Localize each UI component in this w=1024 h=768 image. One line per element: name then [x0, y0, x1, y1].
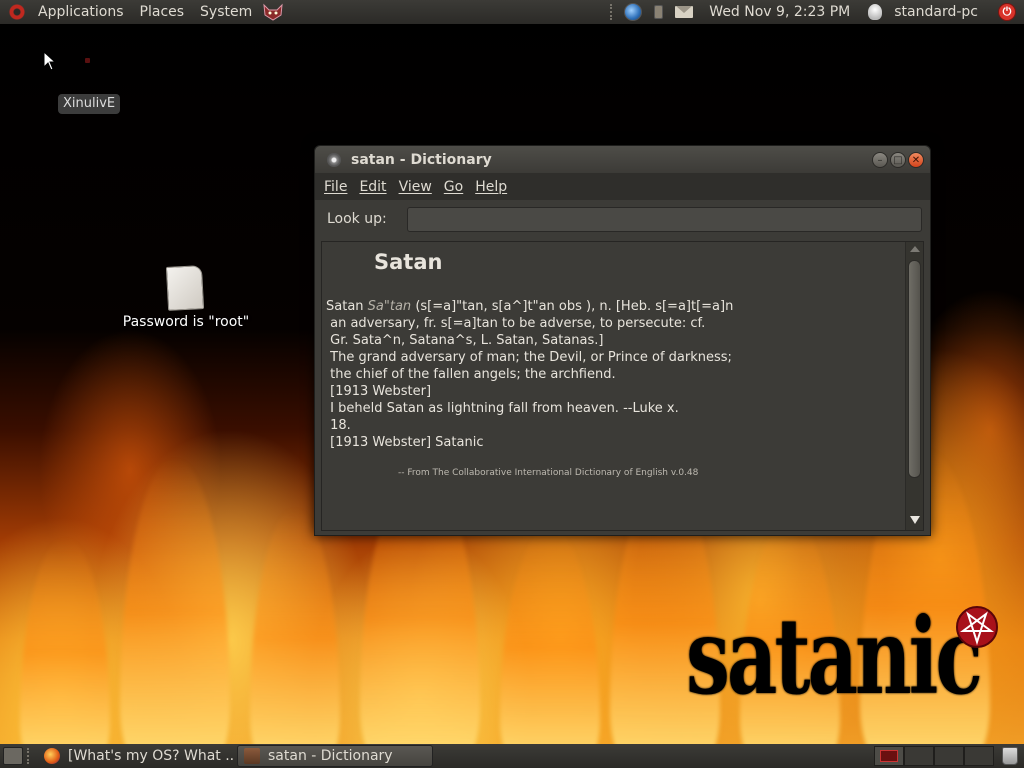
dictionary-app-icon [244, 748, 260, 764]
workspace-2[interactable] [904, 746, 934, 766]
scrollbar-thumb[interactable] [908, 260, 921, 478]
text-document-icon[interactable] [165, 265, 205, 311]
flame-decoration [250, 508, 340, 768]
flame-decoration [120, 458, 230, 768]
scroll-down-icon[interactable] [910, 516, 920, 524]
network-globe-icon[interactable] [624, 3, 643, 21]
definition-line: [1913 Webster] Satanic [326, 435, 484, 450]
tray-grip-handle [610, 4, 616, 20]
top-panel: Applications Places System Wed Nov 9, 2:… [0, 0, 1024, 24]
taskbar-item-label: [What's my OS? What ... [68, 748, 234, 764]
distro-logo-icon[interactable] [8, 3, 26, 21]
flame-decoration [500, 528, 600, 768]
scroll-up-icon[interactable] [910, 246, 920, 252]
definition-pane[interactable]: Satan Satan Sa"tan (s[=a]"tan, s[a^]t"an… [321, 241, 924, 531]
headword: Satan [374, 250, 443, 274]
satanic-logo-text: satanic [686, 596, 983, 719]
window-titlebar[interactable]: satan - Dictionary – □ ✕ [315, 146, 930, 173]
menu-help[interactable]: Help [469, 179, 513, 195]
definition-line: Satan Sa"tan (s[=a]"tan, s[a^]t"an obs )… [326, 298, 901, 315]
system-tray: Wed Nov 9, 2:23 PM standard-pc ⏻ [610, 0, 1024, 24]
lookup-label: Look up: [327, 211, 387, 227]
workspace-1[interactable] [874, 746, 904, 766]
lookup-row: Look up: [315, 200, 930, 238]
user-status-icon[interactable] [868, 4, 883, 20]
vertical-scrollbar[interactable] [905, 242, 923, 530]
xinulive-label[interactable]: XinulivE [58, 94, 121, 114]
workspace-3[interactable] [934, 746, 964, 766]
dictionary-window: satan - Dictionary – □ ✕ File Edit View … [314, 145, 931, 536]
applications-menu[interactable]: Applications [30, 0, 132, 24]
show-desktop-button[interactable] [3, 747, 23, 765]
mobile-device-icon[interactable] [654, 5, 664, 19]
taskbar-grip-handle [27, 748, 33, 764]
mouse-pointer-icon [43, 51, 57, 71]
flame-decoration [20, 538, 110, 768]
cat-launcher-icon[interactable] [262, 3, 284, 21]
minimize-button[interactable]: – [872, 151, 888, 168]
taskbar-item-label: satan - Dictionary [268, 748, 393, 764]
close-button[interactable]: ✕ [908, 151, 924, 168]
definition-line: an adversary, fr. s[=a]tan to be adverse… [326, 316, 706, 331]
maximize-button[interactable]: □ [890, 151, 906, 168]
menu-bar: File Edit View Go Help [315, 173, 930, 200]
workspace-switcher [874, 746, 994, 766]
workspace-window-preview [880, 750, 898, 762]
definition-line: the chief of the fallen angels; the arch… [326, 367, 616, 382]
power-icon[interactable]: ⏻ [998, 3, 1016, 21]
definition-text: Satan Satan Sa"tan (s[=a]"tan, s[a^]t"an… [322, 242, 905, 530]
menu-view[interactable]: View [393, 179, 438, 195]
menu-file[interactable]: File [318, 179, 353, 195]
places-menu[interactable]: Places [132, 0, 193, 24]
window-controls: – □ ✕ [872, 151, 924, 168]
xinulive-desktop-icon[interactable] [85, 58, 90, 63]
clock[interactable]: Wed Nov 9, 2:23 PM [709, 4, 850, 20]
menu-go[interactable]: Go [438, 179, 469, 195]
definition-line: Gr. Sata^n, Satana^s, L. Satan, Satanas.… [326, 333, 604, 348]
definition-line: 18. [326, 418, 351, 433]
entry-word: Satan [326, 299, 364, 314]
username-label[interactable]: standard-pc [894, 4, 978, 20]
trash-icon[interactable] [1002, 747, 1018, 765]
definition-line: [1913 Webster] [326, 384, 432, 399]
system-menu[interactable]: System [192, 0, 260, 24]
definition-line: The grand adversary of man; the Devil, o… [326, 350, 732, 365]
definition-line: I beheld Satan as lightning fall from he… [326, 401, 679, 416]
bottom-panel: [What's my OS? What ... satan - Dictiona… [0, 744, 1024, 768]
firefox-icon [44, 748, 60, 764]
mail-envelope-icon[interactable] [675, 6, 694, 18]
password-file-label[interactable]: Password is "root" [118, 314, 254, 330]
window-menu-icon[interactable] [327, 152, 341, 167]
lookup-input[interactable] [406, 206, 922, 232]
entry-etymology: (s[=a]"tan, s[a^]t"an obs ), n. [Heb. s[… [411, 299, 734, 314]
dictionary-source: -- From The Collaborative International … [398, 468, 699, 478]
menu-edit[interactable]: Edit [353, 179, 392, 195]
entry-pronunciation: Sa"tan [367, 299, 412, 314]
taskbar-item-browser[interactable]: [What's my OS? What ... [38, 745, 234, 767]
workspace-4[interactable] [964, 746, 994, 766]
pentagram-icon [956, 606, 998, 648]
window-title: satan - Dictionary [351, 151, 492, 168]
taskbar-item-dictionary[interactable]: satan - Dictionary [237, 745, 433, 767]
